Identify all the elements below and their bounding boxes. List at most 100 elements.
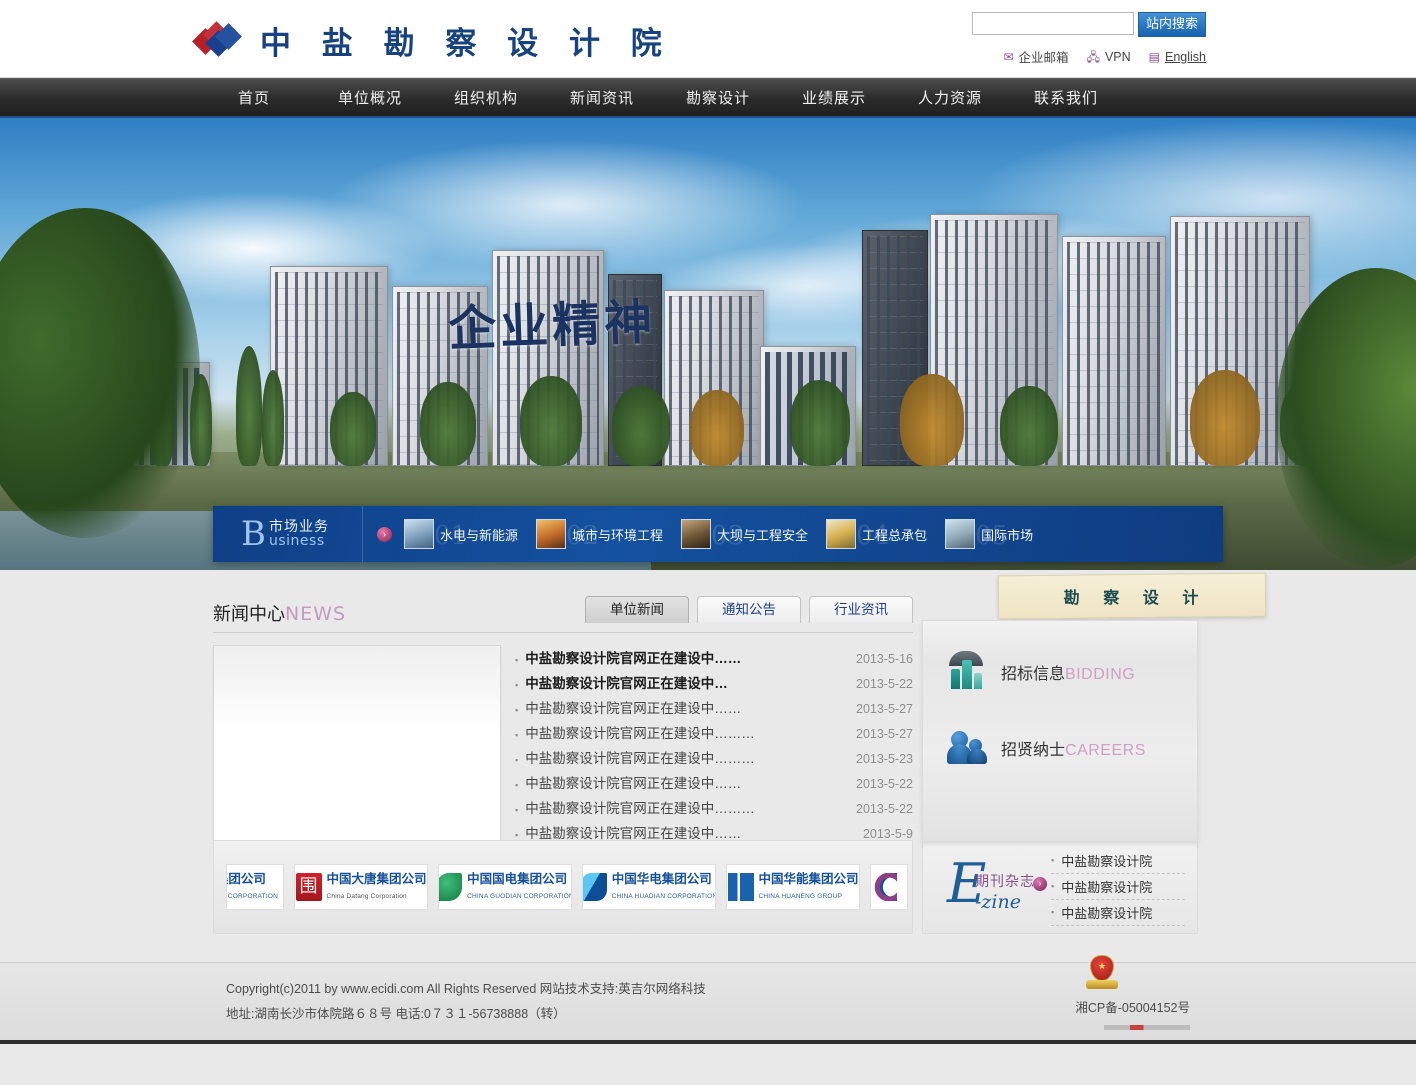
partner-logo-carousel: 资集团公司 TRUST CORPORATION 中国大唐集团公司 China D…	[213, 840, 913, 934]
nav-item-structure[interactable]: 组织机构	[428, 87, 544, 108]
sidebar-item-bidding-cn: 招标信息	[1001, 664, 1066, 683]
news-list-item[interactable]: ▪ 中盐勘察设计院官网正在建设中……… 2013-5-23	[515, 747, 913, 772]
crescent-mark-icon	[871, 873, 897, 901]
sidebar-item-careers-en: CAREERS	[1065, 742, 1146, 759]
footer-divider	[1104, 1025, 1190, 1030]
header-utilities: 站内搜索 ✉ 企业邮箱 🖧 VPN ▤ English	[972, 12, 1206, 66]
util-link-mail[interactable]: ✉ 企业邮箱	[1003, 47, 1068, 66]
vpn-icon: 🖧	[1086, 49, 1100, 64]
partner-logo-partial[interactable]	[870, 864, 908, 910]
business-label-en: usiness	[269, 533, 325, 549]
business-item-urban-environment[interactable]: 02 城市与环境工程	[536, 519, 663, 551]
nav-item-contact[interactable]: 联系我们	[1008, 87, 1124, 108]
business-strip-label: B 市场业务 usiness	[213, 506, 363, 562]
ezine-list: ▪ 中盐勘察设计院 ▪ 中盐勘察设计院 ▪ 中盐勘察设计院	[1051, 848, 1197, 926]
document-icon: ▤	[1148, 49, 1160, 64]
nav-item-hr[interactable]: 人力资源	[892, 87, 1008, 108]
nav-item-survey[interactable]: 勘察设计	[660, 87, 776, 108]
huaneng-mark-icon	[727, 873, 754, 901]
partner-logo-huaneng[interactable]: 中国华能集团公司 CHINA HUANENG GROUP	[726, 864, 860, 910]
sidebar-item-bidding[interactable]: 招标信息BIDDING	[923, 643, 1197, 701]
news-section-title: 新闻中心NEWS	[213, 600, 346, 626]
urban-environment-thumb	[536, 519, 567, 549]
nav-item-projects[interactable]: 业绩展示	[776, 87, 892, 108]
epc-thumb	[826, 519, 857, 549]
news-list-item[interactable]: ▪ 中盐勘察设计院官网正在建设中…… 2013-5-22	[515, 772, 913, 797]
survey-design-card: 招标信息BIDDING 招贤纳士CAREERS	[922, 620, 1198, 842]
business-item-epc[interactable]: 04 工程总承包	[826, 519, 927, 551]
business-strip: B 市场业务 usiness › 01 水电与新能源 02 城市与环境工程 03…	[213, 506, 1223, 562]
news-title-en: NEWS	[285, 603, 347, 625]
bullet-icon: ▪	[1051, 907, 1055, 917]
site-footer: Copyright(c)2011 by www.ecidi.com All Ri…	[0, 955, 1416, 1040]
sidebar-item-careers[interactable]: 招贤纳士CAREERS	[923, 719, 1197, 777]
business-item-hydropower[interactable]: 01 水电与新能源	[404, 519, 518, 551]
ezine-label-cn: 期刊杂志	[975, 874, 1035, 890]
survey-design-tab-label[interactable]: 勘 察 设 计	[1000, 576, 1262, 616]
news-title-cn: 新闻中心	[213, 604, 285, 625]
business-next-arrow[interactable]: ›	[377, 526, 392, 542]
ezine-logo[interactable]: E 期刊杂志 -zine ›	[923, 841, 1051, 933]
partner-logo-datang[interactable]: 中国大唐集团公司 China Datang Corporation	[294, 864, 428, 910]
news-list-item[interactable]: ▪ 中盐勘察设计院官网正在建设中……… 2013-5-22	[515, 797, 913, 822]
tab-company-news[interactable]: 单位新闻	[585, 596, 689, 623]
util-label-mail: 企业邮箱	[1018, 51, 1069, 65]
footer-icp-label: 湘CP备-05004152号	[1075, 1001, 1190, 1015]
bullet-icon: ▪	[1051, 855, 1055, 865]
bullet-icon: ▪	[515, 830, 519, 840]
news-list-item[interactable]: ▪ 中盐勘察设计院官网正在建设中……… 2013-5-27	[515, 722, 913, 747]
news-list-item[interactable]: ▪ 中盐勘察设计院官网正在建设中… 2013-5-22	[515, 672, 913, 697]
people-icon	[945, 725, 991, 771]
tab-announcements[interactable]: 通知公告	[697, 596, 801, 623]
ezine-next-arrow[interactable]: ›	[1033, 877, 1047, 891]
dam-safety-thumb	[681, 519, 712, 549]
site-header: 中 盐 勘 察 设 计 院 站内搜索 ✉ 企业邮箱 🖧 VPN ▤ Englis…	[0, 0, 1416, 78]
site-search-button[interactable]: 站内搜索	[1138, 12, 1206, 37]
news-list: ▪ 中盐勘察设计院官网正在建设中…… 2013-5-16 ▪ 中盐勘察设计院官网…	[515, 645, 913, 847]
sidebar-item-bidding-en: BIDDING	[1065, 666, 1136, 683]
business-item-dam-safety[interactable]: 03 大坝与工程安全	[681, 519, 808, 551]
util-label-english: English	[1165, 49, 1206, 64]
util-link-vpn[interactable]: 🖧 VPN	[1087, 50, 1131, 64]
nav-item-news[interactable]: 新闻资讯	[544, 87, 660, 108]
ezine-section: E 期刊杂志 -zine › ▪ 中盐勘察设计院 ▪ 中盐勘察设计院 ▪ 中盐勘…	[922, 840, 1198, 934]
bullet-icon: ▪	[1051, 881, 1055, 891]
hydropower-thumb	[404, 519, 434, 549]
mail-icon: ✉	[1003, 49, 1014, 64]
news-list-item[interactable]: ▪ 中盐勘察设计院官网正在建设中…… 2013-5-27	[515, 697, 913, 722]
bullet-icon: ▪	[515, 730, 519, 740]
partner-logo-trust[interactable]: 资集团公司 TRUST CORPORATION	[226, 864, 284, 910]
nav-item-about[interactable]: 单位概况	[312, 87, 428, 108]
bullet-icon: ▪	[515, 755, 519, 765]
nav-item-home[interactable]: 首页	[196, 87, 312, 108]
ezine-list-item[interactable]: ▪ 中盐勘察设计院	[1051, 874, 1185, 900]
diamond-logo-icon	[192, 20, 242, 58]
footer-address: 地址:湖南长沙市体院路６８号 电话:0７３１-56738888（转）	[226, 1007, 566, 1021]
partner-logo-huadian[interactable]: 中国华电集团公司 CHINA HUADIAN CORPORATION	[582, 864, 716, 910]
main-navigation: 首页 单位概况 组织机构 新闻资讯 勘察设计 业绩展示 人力资源 联系我们	[0, 78, 1416, 118]
news-feature-image[interactable]	[213, 645, 501, 841]
datang-mark-icon	[295, 873, 322, 901]
bullet-icon: ▪	[515, 805, 519, 815]
bottom-bar	[0, 1040, 1416, 1044]
partner-logo-guodian[interactable]: 中国国电集团公司 CHINA GUODIAN CORPORATION	[438, 864, 572, 910]
survey-design-panel: 勘 察 设 计 招标信息BIDDING 招贤纳士CAREERS	[922, 570, 1267, 842]
footer-copyright: Copyright(c)2011 by www.ecidi.com All Ri…	[226, 982, 706, 996]
huadian-mark-icon	[583, 873, 607, 901]
business-label-cn: 市场业务	[269, 518, 329, 535]
ezine-list-item[interactable]: ▪ 中盐勘察设计院	[1051, 848, 1185, 874]
site-logo[interactable]: 中 盐 勘 察 设 计 院	[192, 18, 672, 63]
ezine-list-item[interactable]: ▪ 中盐勘察设计院	[1051, 900, 1185, 926]
footer-icp[interactable]: 湘CP备-05004152号	[1075, 997, 1190, 1016]
tab-industry-news[interactable]: 行业资讯	[809, 596, 913, 623]
business-initial: B	[241, 513, 266, 554]
util-link-english[interactable]: ▤ English	[1149, 50, 1206, 64]
news-list-item[interactable]: ▪ 中盐勘察设计院官网正在建设中…… 2013-5-16	[515, 647, 913, 672]
bullet-icon: ▪	[515, 655, 519, 665]
search-input[interactable]	[972, 12, 1134, 35]
business-item-international[interactable]: 05 国际市场	[945, 519, 1033, 551]
bullet-icon: ▪	[515, 780, 519, 790]
banner-slogan: 企业精神	[447, 294, 658, 358]
international-thumb	[945, 519, 976, 549]
hero-banner: 企业精神 B 市场业务 usiness › 01 水电与新能源 02 城市与环境…	[0, 118, 1416, 570]
